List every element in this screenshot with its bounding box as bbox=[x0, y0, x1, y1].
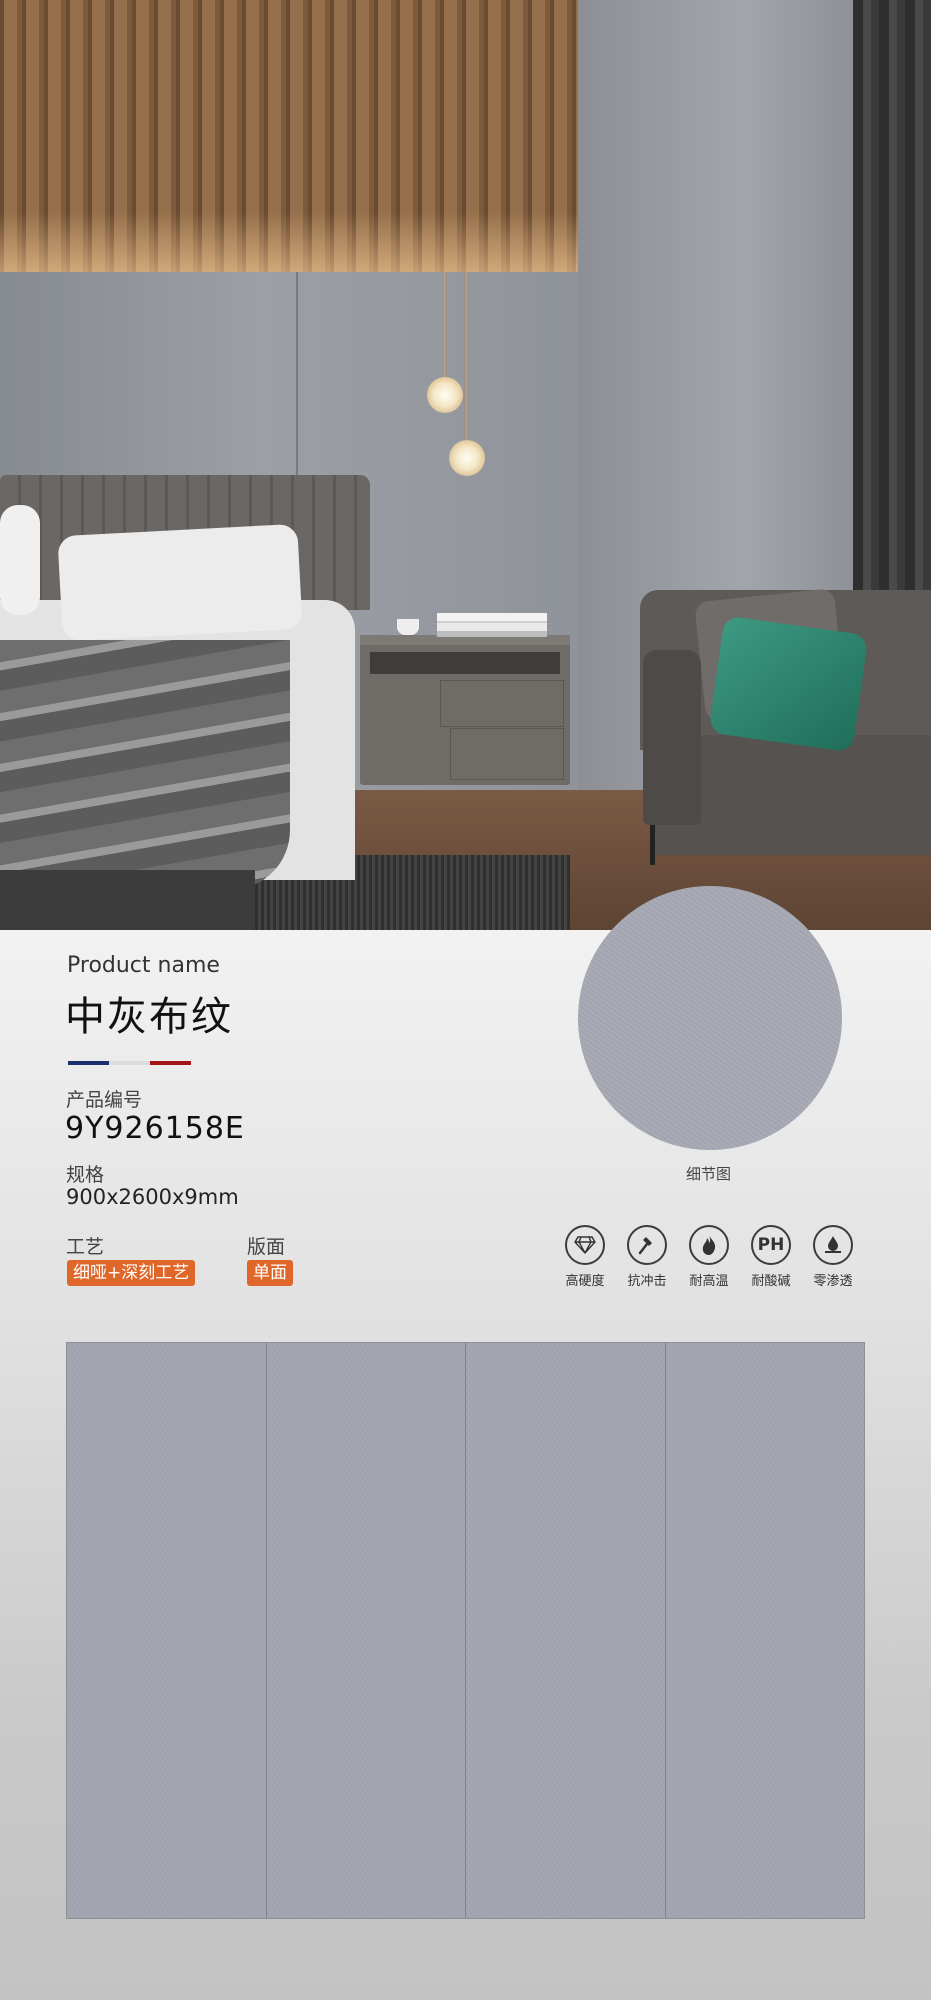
panel-tile bbox=[466, 1343, 666, 1918]
bed-base bbox=[0, 870, 255, 930]
spec-label: 规格 bbox=[66, 1164, 105, 1186]
hero-room-image bbox=[0, 0, 931, 930]
panel-tile bbox=[67, 1343, 267, 1918]
diamond-icon bbox=[565, 1225, 605, 1265]
feature-label: 耐高温 bbox=[689, 1274, 729, 1289]
curtain bbox=[853, 0, 931, 610]
cup bbox=[397, 619, 419, 635]
books bbox=[437, 613, 547, 637]
feature-heat: 耐高温 bbox=[678, 1225, 740, 1289]
feature-label: 高硬度 bbox=[565, 1274, 605, 1289]
panel-tile bbox=[665, 1343, 864, 1918]
face-tag: 单面 bbox=[247, 1260, 293, 1286]
ph-icon: PH bbox=[751, 1225, 791, 1265]
pendant-lamp bbox=[449, 440, 485, 476]
spec-value: 900x2600x9mm bbox=[66, 1185, 239, 1209]
sofa-arm bbox=[643, 650, 701, 825]
lamp-wire bbox=[444, 272, 445, 380]
nightstand-shelf bbox=[370, 652, 560, 674]
panel-preview bbox=[66, 1342, 865, 1919]
craft-tag: 细哑+深刻工艺 bbox=[67, 1260, 196, 1286]
flag-stripe-red bbox=[150, 1061, 191, 1065]
pillow bbox=[0, 505, 40, 615]
product-code: 9Y926158E bbox=[65, 1111, 245, 1146]
pillow bbox=[57, 523, 303, 642]
feature-label: 零渗透 bbox=[813, 1274, 853, 1289]
green-cushion bbox=[708, 615, 869, 753]
pendant-lamp bbox=[427, 377, 463, 413]
nightstand-drawer bbox=[450, 728, 564, 780]
product-title: 中灰布纹 bbox=[65, 994, 233, 1040]
lamp-wire bbox=[466, 272, 467, 442]
panel-tile bbox=[266, 1343, 466, 1918]
flag-stripe-blue bbox=[68, 1061, 109, 1065]
face-label: 版面 bbox=[247, 1236, 286, 1258]
water-drop-icon bbox=[813, 1225, 853, 1265]
feature-zero-permeability: 零渗透 bbox=[802, 1225, 864, 1289]
detail-swatch-image bbox=[578, 886, 842, 1150]
feature-acid-alkali: PH 耐酸碱 bbox=[740, 1225, 802, 1289]
feature-impact: 抗冲击 bbox=[616, 1225, 678, 1289]
bed-throw bbox=[0, 640, 290, 890]
feature-hardness: 高硬度 bbox=[554, 1225, 616, 1289]
hammer-icon bbox=[627, 1225, 667, 1265]
feature-label: 耐酸碱 bbox=[751, 1274, 791, 1289]
flame-icon bbox=[689, 1225, 729, 1265]
product-code-label: 产品编号 bbox=[66, 1089, 143, 1111]
sofa-leg bbox=[650, 825, 655, 865]
detail-caption: 细节图 bbox=[686, 1165, 732, 1183]
slat-light-glow bbox=[0, 212, 578, 272]
feature-label: 抗冲击 bbox=[627, 1274, 667, 1289]
product-name-label: Product name bbox=[67, 953, 220, 978]
flag-stripe-white bbox=[109, 1061, 150, 1065]
nightstand-drawer bbox=[440, 680, 564, 727]
craft-label: 工艺 bbox=[66, 1236, 105, 1258]
